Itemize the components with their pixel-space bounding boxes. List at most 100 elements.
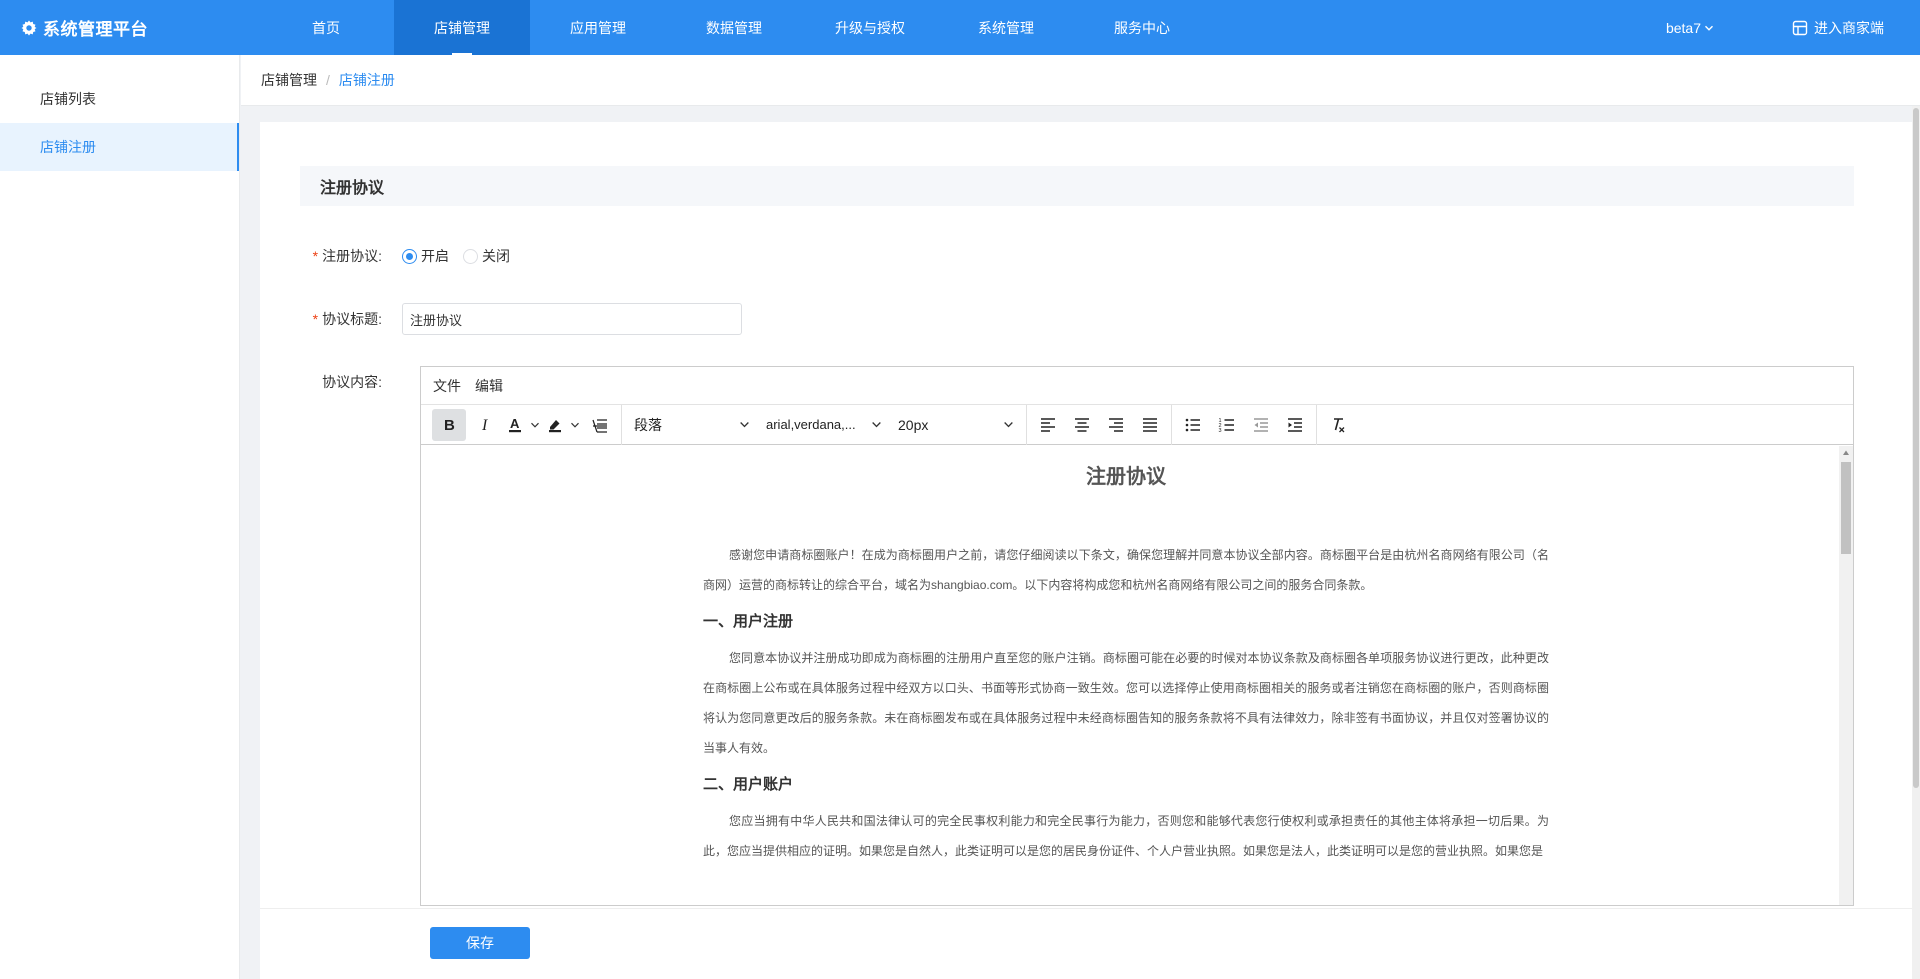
block-format-value: 段落 (634, 416, 662, 433)
block-format-select[interactable]: 段落 (626, 409, 758, 441)
breadcrumb-item-shop-management[interactable]: 店铺管理 (261, 70, 317, 90)
agreement-content-label: 协议内容: (322, 374, 382, 390)
italic-button[interactable]: I (472, 409, 500, 441)
align-left-icon (1041, 417, 1055, 432)
document-paragraph: 您同意本协议并注册成功即成为商标圈的注册用户直至您的账户注销。商标圈可能在必要的… (703, 651, 1549, 755)
breadcrumb: 店铺管理 / 店铺注册 (241, 55, 1920, 106)
document-body: 注册协议 感谢您申请商标圈账户！在成为商标圈用户之前，请您仔细阅读以下条文，确保… (703, 446, 1549, 866)
header-right: beta7 进入商家端 (1666, 0, 1920, 55)
agreement-switch-radio-group: 开启 关闭 (402, 240, 524, 272)
breadcrumb-separator: / (326, 72, 330, 88)
editor-menubar: 文件 编辑 (421, 367, 1853, 405)
font-size-select[interactable]: 20px (890, 409, 1022, 441)
clear-formatting-button[interactable] (1324, 409, 1352, 441)
sidebar-item-shop-list[interactable]: 店铺列表 (0, 75, 239, 123)
text-color-button[interactable]: A (506, 409, 540, 441)
radio-enable-label: 开启 (421, 248, 449, 264)
menu-file[interactable]: 文件 (433, 376, 461, 396)
brand[interactable]: 系统管理平台 (0, 15, 258, 40)
svg-text:3: 3 (1219, 428, 1222, 434)
nav-shop-management-label: 店铺管理 (434, 19, 490, 36)
nav-service-center[interactable]: 服务中心 (1074, 0, 1210, 55)
page-scrollbar-thumb[interactable] (1913, 108, 1919, 788)
align-justify-icon (1143, 417, 1157, 432)
agreement-switch-label-text: 注册协议: (322, 248, 382, 264)
nav-home-label: 首页 (312, 19, 340, 36)
strikethrough-button[interactable] (586, 409, 614, 441)
bold-button[interactable]: B (432, 408, 466, 441)
nav-home[interactable]: 首页 (258, 0, 394, 55)
bullet-list-button[interactable] (1179, 409, 1207, 441)
chevron-down-icon (1004, 422, 1013, 428)
brand-title: 系统管理平台 (43, 20, 148, 39)
clear-formatting-icon (1334, 417, 1345, 432)
chevron-down-icon (740, 422, 749, 428)
radio-dot[interactable] (463, 248, 478, 264)
editor-toolbar: B I A 段落 arial,verdana,... 20px 1 2 3 (421, 404, 1853, 445)
nav-app-management[interactable]: 应用管理 (530, 0, 666, 55)
agreement-switch-label: * 注册协议: (260, 240, 402, 272)
nav-app-management-label: 应用管理 (570, 19, 626, 36)
nav-upgrade-license-label: 升级与授权 (835, 19, 905, 36)
form-footer: 保存 (260, 908, 1912, 979)
toolbar-group-text-style: B I A (425, 404, 622, 445)
editor-scrollbar[interactable] (1839, 446, 1853, 905)
radio-disable-label: 关闭 (482, 248, 510, 264)
document-heading: 二、用户账户 (703, 776, 794, 793)
version-dropdown[interactable]: beta7 (1666, 20, 1714, 36)
numbered-list-button[interactable]: 123 (1213, 409, 1241, 441)
sidebar-item-shop-register[interactable]: 店铺注册 (0, 123, 239, 171)
agreement-title-input[interactable] (402, 303, 742, 335)
breadcrumb-item-current: 店铺注册 (338, 72, 395, 88)
italic-icon: I (481, 417, 488, 434)
document-paragraph: 感谢您申请商标圈账户！在成为商标圈用户之前，请您仔细阅读以下条文，确保您理解并同… (703, 548, 1549, 592)
indent-button[interactable] (1281, 409, 1309, 441)
toolbar-group-clear (1317, 405, 1359, 445)
menu-edit[interactable]: 编辑 (475, 376, 503, 396)
editor-document[interactable]: 注册协议 感谢您申请商标圈账户！在成为商标圈用户之前，请您仔细阅读以下条文，确保… (421, 446, 1853, 905)
highlight-color-button[interactable] (546, 409, 580, 441)
chevron-down-icon (872, 422, 881, 428)
chevron-down-icon (571, 422, 579, 428)
bullet-list-icon (1185, 418, 1200, 431)
enter-merchant-label: 进入商家端 (1814, 19, 1884, 36)
agreement-title-label: * 协议标题: (260, 303, 402, 335)
nav-upgrade-license[interactable]: 升级与授权 (802, 0, 938, 55)
scroll-up-arrow-icon[interactable] (1839, 446, 1853, 460)
top-navbar: 系统管理平台 首页 店铺管理 应用管理 数据管理 升级与授权 系统管理 服务中心… (0, 0, 1920, 55)
numbered-list-icon: 123 (1219, 418, 1234, 434)
toolbar-group-lists: 123 (1172, 404, 1317, 445)
nav-shop-management[interactable]: 店铺管理 (394, 0, 530, 55)
align-justify-button[interactable] (1136, 409, 1164, 441)
toolbar-group-align (1027, 404, 1172, 445)
radio-dot[interactable] (402, 248, 417, 264)
document-heading: 一、用户注册 (703, 613, 794, 630)
enter-merchant-link[interactable]: 进入商家端 (1792, 18, 1884, 38)
nav-system-management-label: 系统管理 (978, 19, 1034, 36)
sidebar: 店铺列表 店铺注册 (0, 55, 240, 979)
document-title: 注册协议 (1086, 466, 1166, 488)
align-left-button[interactable] (1034, 409, 1062, 441)
chevron-down-icon (531, 422, 539, 428)
align-center-button[interactable] (1068, 409, 1096, 441)
radio-disable[interactable]: 关闭 (463, 246, 510, 266)
svg-text:A: A (510, 416, 520, 431)
align-right-button[interactable] (1102, 409, 1130, 441)
gear-icon (21, 20, 37, 35)
font-family-value: arial,verdana,... (766, 417, 856, 432)
form-row-agreement-content: 协议内容: (260, 366, 402, 398)
section-title: 注册协议 (300, 166, 1854, 206)
version-label: beta7 (1665, 19, 1701, 36)
outdent-button[interactable] (1247, 409, 1275, 441)
required-mark: * (312, 248, 319, 264)
align-center-icon (1075, 417, 1089, 432)
nav-system-management[interactable]: 系统管理 (938, 0, 1074, 55)
save-button[interactable]: 保存 (430, 927, 530, 959)
document-paragraph: 您应当拥有中华人民共和国法律认可的完全民事权利能力和完全民事行为能力，否则您和能… (703, 814, 1549, 858)
radio-enable[interactable]: 开启 (402, 246, 449, 266)
page-scrollbar[interactable] (1912, 106, 1920, 979)
font-family-select[interactable]: arial,verdana,... (758, 409, 890, 441)
nav-data-management[interactable]: 数据管理 (666, 0, 802, 55)
toolbar-group-format: 段落 arial,verdana,... 20px (622, 404, 1027, 445)
editor-scrollbar-thumb[interactable] (1841, 462, 1851, 554)
